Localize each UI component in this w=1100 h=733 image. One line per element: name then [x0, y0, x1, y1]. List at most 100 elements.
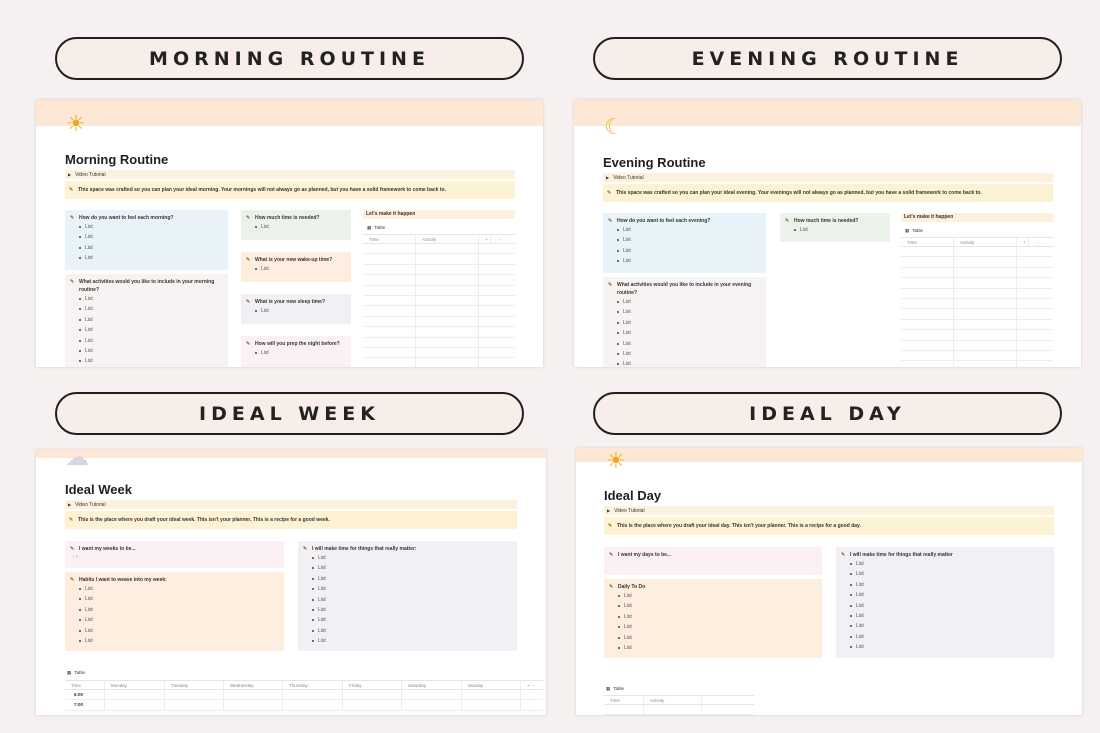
- time-cell[interactable]: 7:00: [65, 700, 105, 710]
- list-item[interactable]: List: [850, 580, 1050, 590]
- video-tutorial-toggle[interactable]: Video Tutorial: [65, 500, 517, 509]
- time-cell[interactable]: 6:00: [65, 690, 105, 700]
- list-item[interactable]: List: [79, 605, 280, 615]
- table-view-tab[interactable]: ▦ Table: [905, 227, 926, 234]
- table-view-tab[interactable]: ▦ Table: [367, 224, 388, 231]
- list-item[interactable]: List: [312, 626, 513, 636]
- list-item[interactable]: List: [79, 325, 224, 335]
- list-item[interactable]: List: [79, 584, 280, 594]
- list-item[interactable]: List: [617, 339, 762, 349]
- list-item[interactable]: List: [312, 574, 513, 584]
- list-item[interactable]: List: [312, 584, 513, 594]
- list-item[interactable]: List: [617, 359, 762, 367]
- list-item[interactable]: List: [618, 643, 818, 653]
- list-item[interactable]: List: [850, 590, 1050, 600]
- activities-list: List List List List List List List: [69, 294, 224, 367]
- list-item[interactable]: List: [255, 222, 347, 232]
- list-item[interactable]: List: [617, 318, 762, 328]
- intro-callout: This is the place where you draft your i…: [604, 517, 1054, 535]
- more-options-button[interactable]: ···: [1029, 238, 1053, 246]
- video-tutorial-toggle[interactable]: Video Tutorial: [65, 170, 515, 179]
- table-view-tab[interactable]: ▦ Table: [606, 685, 627, 692]
- list-item[interactable]: List: [617, 246, 762, 256]
- col-activity[interactable]: Activity: [954, 238, 1017, 246]
- list-item[interactable]: List: [79, 222, 224, 232]
- col-tuesday[interactable]: Tuesday: [165, 681, 224, 689]
- list-item[interactable]: List: [312, 553, 513, 563]
- table-view-tab[interactable]: ▦ Table: [67, 669, 88, 676]
- cover-banner: [576, 448, 1082, 462]
- list-item[interactable]: List: [850, 642, 1050, 652]
- list-item[interactable]: List: [617, 307, 762, 317]
- time-needed-question: How much time is needed?: [784, 217, 886, 225]
- list-item[interactable]: List: [79, 594, 280, 604]
- list-item[interactable]: List: [312, 563, 513, 573]
- list-item[interactable]: List: [617, 349, 762, 359]
- list-item[interactable]: List: [850, 601, 1050, 611]
- col-time[interactable]: Time: [65, 681, 105, 689]
- list-item[interactable]: List: [255, 264, 347, 274]
- col-activity[interactable]: Activity: [416, 235, 479, 243]
- list-item[interactable]: List: [79, 243, 224, 253]
- list-item[interactable]: List: [618, 633, 818, 643]
- list-item[interactable]: List: [618, 601, 818, 611]
- list-item[interactable]: List: [79, 304, 224, 314]
- list-item[interactable]: List: [255, 306, 347, 316]
- list-item[interactable]: List: [850, 559, 1050, 569]
- ideal-day-header: IDEAL DAY: [593, 392, 1062, 435]
- list-item[interactable]: List: [79, 315, 224, 325]
- list-item[interactable]: List: [850, 569, 1050, 579]
- list-item[interactable]: List: [79, 626, 280, 636]
- col-time[interactable]: Time: [363, 235, 416, 243]
- list-item[interactable]: List: [618, 622, 818, 632]
- add-column-button[interactable]: +: [1017, 238, 1029, 246]
- add-block-button[interactable]: + ⠿: [69, 553, 280, 561]
- video-tutorial-toggle[interactable]: Video Tutorial: [604, 506, 1054, 515]
- list-item[interactable]: List: [617, 235, 762, 245]
- list-item[interactable]: List: [617, 328, 762, 338]
- list-item[interactable]: List: [617, 297, 762, 307]
- more-options-button[interactable]: ···: [491, 235, 515, 243]
- list-item[interactable]: List: [79, 356, 224, 366]
- list-item[interactable]: List: [79, 336, 224, 346]
- col-friday[interactable]: Friday: [343, 681, 402, 689]
- list-item[interactable]: List: [312, 605, 513, 615]
- make-time-box: I will make time for things that really …: [298, 541, 517, 651]
- prep-night-question: How will you prep the night before?: [245, 340, 347, 348]
- col-sunday[interactable]: Sunday: [462, 681, 521, 689]
- list-item[interactable]: List: [312, 615, 513, 625]
- list-item[interactable]: List: [79, 346, 224, 356]
- list-item[interactable]: List: [850, 632, 1050, 642]
- video-tutorial-toggle[interactable]: Video Tutorial: [603, 173, 1053, 182]
- table-view-label: Table: [74, 670, 86, 675]
- list-item[interactable]: List: [79, 615, 280, 625]
- list-item[interactable]: List: [618, 612, 818, 622]
- col-saturday[interactable]: Saturday: [402, 681, 462, 689]
- list-item[interactable]: List: [79, 294, 224, 304]
- time-needed-question: How much time is needed?: [245, 214, 347, 222]
- col-time[interactable]: Time: [901, 238, 954, 246]
- list-item[interactable]: List: [312, 595, 513, 605]
- list-item[interactable]: List: [312, 636, 513, 646]
- col-thursday[interactable]: Thursday: [283, 681, 343, 689]
- list-item[interactable]: List: [850, 611, 1050, 621]
- list-item[interactable]: List: [617, 225, 762, 235]
- col-time[interactable]: Time: [604, 696, 644, 704]
- add-column-button[interactable]: +: [479, 235, 491, 243]
- col-wednesday[interactable]: Wednesday: [224, 681, 283, 689]
- list-item[interactable]: List: [618, 591, 818, 601]
- list-item[interactable]: List: [255, 348, 347, 358]
- table-row: 6:00: [65, 690, 543, 701]
- col-activity[interactable]: Activity: [644, 696, 702, 704]
- col-monday[interactable]: Monday: [105, 681, 165, 689]
- make-time-question: I will make time for things that really …: [840, 551, 1050, 559]
- list-item[interactable]: List: [617, 256, 762, 266]
- more-options-button[interactable]: + ···: [521, 681, 543, 689]
- list-item[interactable]: List: [79, 232, 224, 242]
- day-table: Time Activity: [604, 695, 754, 715]
- list-item[interactable]: List: [794, 225, 886, 235]
- list-item[interactable]: List: [79, 636, 280, 646]
- list-item[interactable]: List: [850, 621, 1050, 631]
- list-item[interactable]: List: [79, 253, 224, 263]
- sleep-time-question: What is your new sleep time?: [245, 298, 347, 306]
